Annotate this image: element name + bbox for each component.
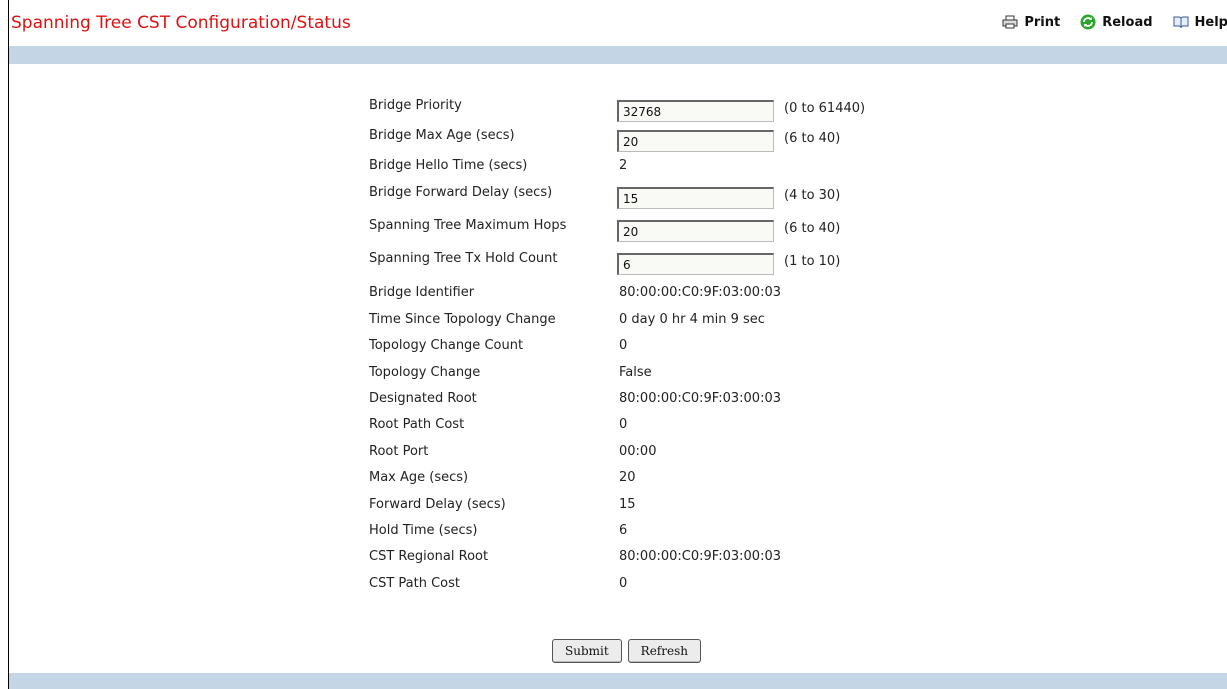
reload-icon (1080, 14, 1096, 30)
form-buttons: Submit Refresh (552, 639, 701, 663)
max-age-value: 20 (619, 470, 636, 485)
topology-change-count-value: 0 (619, 338, 628, 353)
bridge-hello-time-value: 2 (619, 158, 628, 173)
bridge-forward-delay-label: Bridge Forward Delay (secs) (369, 185, 553, 200)
printer-icon (1002, 15, 1018, 29)
hold-time-value: 6 (619, 523, 628, 538)
cst-regional-root-label: CST Regional Root (369, 549, 489, 564)
print-label: Print (1024, 14, 1061, 30)
bridge-identifier-label: Bridge Identifier (369, 285, 475, 300)
refresh-button[interactable]: Refresh (627, 639, 701, 663)
reload-label: Reload (1102, 14, 1153, 30)
bridge-max-age-range: (6 to 40) (784, 131, 841, 146)
cst-regional-root-value: 80:00:00:C0:9F:03:00:03 (619, 549, 781, 564)
designated-root-value: 80:00:00:C0:9F:03:00:03 (619, 391, 781, 406)
footer-bar (9, 673, 1227, 689)
bridge-priority-label: Bridge Priority (369, 98, 462, 113)
submit-button[interactable]: Submit (552, 639, 622, 663)
help-label: Help (1194, 14, 1227, 30)
help-button[interactable]: Help (1173, 14, 1227, 30)
root-port-value: 00:00 (619, 444, 657, 459)
cst-path-cost-label: CST Path Cost (369, 576, 460, 591)
root-port-label: Root Port (369, 444, 429, 459)
bridge-identifier-value: 80:00:00:C0:9F:03:00:03 (619, 285, 781, 300)
forward-delay-label: Forward Delay (secs) (369, 497, 506, 512)
header: Spanning Tree CST Configuration/Status P… (9, 0, 1227, 44)
bridge-priority-range: (0 to 61440) (784, 101, 866, 116)
reload-button[interactable]: Reload (1080, 14, 1153, 30)
content-frame: Spanning Tree CST Configuration/Status P… (8, 0, 1227, 689)
bridge-priority-input[interactable] (617, 100, 774, 122)
bridge-forward-delay-range: (4 to 30) (784, 188, 841, 203)
time-since-topology-change-value: 0 day 0 hr 4 min 9 sec (619, 312, 765, 327)
topology-change-value: False (619, 365, 652, 380)
bridge-max-age-input[interactable] (617, 130, 774, 152)
designated-root-label: Designated Root (369, 391, 477, 406)
book-icon (1173, 15, 1189, 29)
tx-hold-count-label: Spanning Tree Tx Hold Count (369, 251, 558, 266)
toolbar: Print Reload Help (1002, 14, 1227, 30)
time-since-topology-change-label: Time Since Topology Change (369, 312, 556, 327)
bridge-hello-time-label: Bridge Hello Time (secs) (369, 158, 528, 173)
max-age-label: Max Age (secs) (369, 470, 469, 485)
forward-delay-value: 15 (619, 497, 636, 512)
max-hops-label: Spanning Tree Maximum Hops (369, 218, 567, 233)
print-button[interactable]: Print (1002, 14, 1060, 30)
topology-change-label: Topology Change (369, 365, 481, 380)
root-path-cost-label: Root Path Cost (369, 417, 465, 432)
page-title: Spanning Tree CST Configuration/Status (11, 13, 351, 33)
max-hops-range: (6 to 40) (784, 221, 841, 236)
topology-change-count-label: Topology Change Count (369, 338, 524, 353)
cst-path-cost-value: 0 (619, 576, 628, 591)
root-path-cost-value: 0 (619, 417, 628, 432)
header-separator-bar (9, 46, 1227, 64)
bridge-max-age-label: Bridge Max Age (secs) (369, 128, 515, 143)
tx-hold-count-input[interactable] (617, 253, 774, 275)
tx-hold-count-range: (1 to 10) (784, 254, 841, 269)
hold-time-label: Hold Time (secs) (369, 523, 478, 538)
bridge-forward-delay-input[interactable] (617, 187, 774, 209)
max-hops-input[interactable] (617, 220, 774, 242)
